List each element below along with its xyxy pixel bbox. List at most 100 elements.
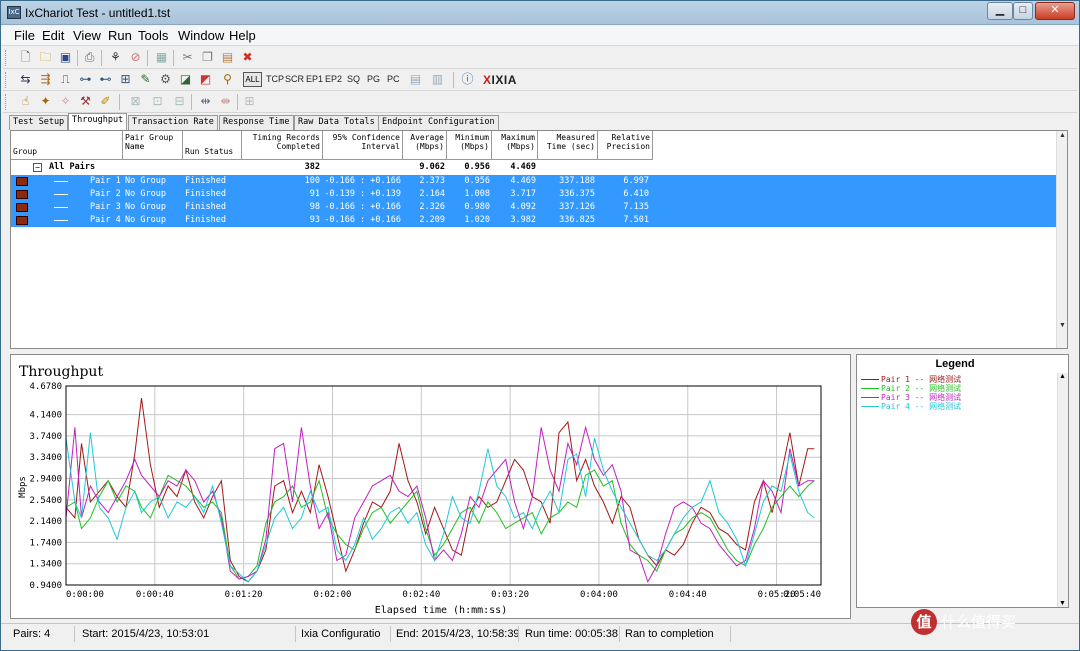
legend-item[interactable]: Pair 2 -- 网络测试: [861, 384, 961, 393]
menu-tools[interactable]: Tools: [137, 28, 169, 43]
collapse-icon[interactable]: −: [33, 163, 42, 172]
open-folder-icon[interactable]: 🗀: [37, 49, 54, 66]
run-status: Finished: [185, 215, 226, 225]
run-icon[interactable]: ⚘: [107, 49, 124, 66]
filter-all-button[interactable]: ALL: [243, 72, 262, 87]
add-multicast-icon[interactable]: ⇶: [37, 71, 54, 88]
pair-name: Pair 1: [90, 176, 121, 186]
print-icon[interactable]: ⎙: [81, 49, 98, 66]
report-icon[interactable]: ▤: [407, 71, 424, 88]
scroll-up-icon[interactable]: ▲: [1059, 373, 1066, 380]
save-results-icon[interactable]: ▦: [153, 49, 170, 66]
toolbar-separator: [119, 94, 120, 110]
col-header-maximum[interactable]: Maximum (Mbps): [492, 131, 538, 160]
toolbar-grip[interactable]: [5, 72, 8, 88]
col-header-confidence-interval[interactable]: 95% Confidence Interval: [323, 131, 403, 160]
resolve-icon[interactable]: ◩: [197, 71, 214, 88]
maximize-button[interactable]: □: [1013, 2, 1033, 20]
col-header-relative-precision[interactable]: Relative Precision: [598, 131, 653, 160]
col-header-run-status[interactable]: Run Status: [183, 131, 242, 160]
trace-icon[interactable]: ⚲: [219, 71, 236, 88]
edit-icon[interactable]: ✎: [137, 71, 154, 88]
toolbar-pairs: ⇆ ⇶ ⎍ ⊶ ⊷ ⊞ ✎ ⚙ ◪ ◩ ⚲ ALL TCP SCR EP1 EP…: [3, 69, 1077, 91]
split-icon[interactable]: ⇹: [197, 93, 214, 110]
menu-edit[interactable]: Edit: [41, 28, 65, 43]
legend-scrollbar[interactable]: ▲ ▼: [1057, 373, 1068, 607]
filter-pg-button[interactable]: PG: [367, 74, 380, 84]
group-icon[interactable]: ⊟: [171, 93, 188, 110]
toolbar-grip[interactable]: [5, 94, 8, 110]
select-icon[interactable]: ⊠: [127, 93, 144, 110]
add-pair-icon[interactable]: ⇆: [17, 71, 34, 88]
summary-row[interactable]: − All Pairs 382 9.062 0.956 4.469: [11, 161, 1057, 174]
minimum: 0.956: [464, 176, 490, 186]
throughput-chart[interactable]: Throughput Mbps Elapsed time (h:mm:ss) 4…: [11, 355, 850, 618]
filter-tcp-button[interactable]: TCP: [266, 74, 284, 84]
stop-icon[interactable]: ⊘: [127, 49, 144, 66]
save-icon[interactable]: ▣: [57, 49, 74, 66]
pair-name: Pair 4: [90, 215, 121, 225]
filter-scr-button[interactable]: SCR: [285, 74, 304, 84]
link-icon[interactable]: ⊷: [97, 71, 114, 88]
col-header-measured-time[interactable]: Measured Time (sec): [538, 131, 598, 160]
col-header-average[interactable]: Average (Mbps): [403, 131, 447, 160]
filter-sq-button[interactable]: SQ: [347, 74, 360, 84]
table-scrollbar[interactable]: ▲ ▼: [1056, 131, 1067, 348]
scroll-up-icon[interactable]: ▲: [1058, 131, 1067, 140]
table-row[interactable]: Pair 2 No Group Finished 91 -0.139 : +0.…: [11, 188, 1057, 201]
status-runtime: Run time: 00:05:38: [521, 626, 620, 642]
filter-ep1-button[interactable]: EP1: [306, 74, 323, 84]
table-row[interactable]: Pair 1 No Group Finished 100 -0.166 : +0…: [11, 175, 1057, 188]
tab-response-time[interactable]: Response Time: [219, 115, 294, 130]
col-header-minimum[interactable]: Minimum (Mbps): [447, 131, 492, 160]
table-row[interactable]: Pair 4 No Group Finished 93 -0.166 : +0.…: [11, 214, 1057, 227]
cut-icon[interactable]: ✂: [179, 49, 196, 66]
paste-icon[interactable]: ▤: [219, 49, 236, 66]
deselect-icon[interactable]: ⊡: [149, 93, 166, 110]
tab-throughput[interactable]: Throughput: [68, 113, 128, 130]
menu-window[interactable]: Window: [177, 28, 225, 43]
endpoint-icon[interactable]: ⎍: [57, 71, 74, 88]
toolbar-grip[interactable]: [5, 50, 8, 66]
col-header-pair-group-name[interactable]: Pair Group Name: [123, 131, 183, 160]
tab-transaction-rate[interactable]: Transaction Rate: [128, 115, 218, 130]
new-file-icon[interactable]: 🗋: [17, 49, 34, 66]
wand-icon[interactable]: ✦: [37, 93, 54, 110]
tab-endpoint-configuration[interactable]: Endpoint Configuration: [378, 115, 499, 130]
title-bar[interactable]: IxC IxChariot Test - untitled1.tst ▁ □ ✕: [1, 1, 1079, 25]
chart-icon[interactable]: ◪: [177, 71, 194, 88]
hand-icon[interactable]: ☝: [17, 93, 34, 110]
copy-icon[interactable]: ❐: [199, 49, 216, 66]
properties-icon[interactable]: ⊞: [241, 93, 258, 110]
summary-average: 9.062: [419, 162, 445, 172]
delete-icon[interactable]: ✖: [239, 49, 256, 66]
merge-icon[interactable]: ⇼: [217, 93, 234, 110]
hardware-icon[interactable]: ⊞: [117, 71, 134, 88]
menu-file[interactable]: File: [13, 28, 36, 43]
legend-item[interactable]: Pair 3 -- 网络测试: [861, 393, 961, 402]
tab-test-setup[interactable]: Test Setup: [9, 115, 69, 130]
paint-icon[interactable]: ✐: [97, 93, 114, 110]
col-header-group[interactable]: Group: [11, 131, 123, 160]
table-row[interactable]: Pair 3 No Group Finished 98 -0.166 : +0.…: [11, 201, 1057, 214]
tab-raw-data-totals[interactable]: Raw Data Totals: [294, 115, 379, 130]
export-icon[interactable]: ▥: [429, 71, 446, 88]
scroll-down-icon[interactable]: ▼: [1058, 321, 1067, 330]
network-icon[interactable]: ⊶: [77, 71, 94, 88]
wand-disabled-icon[interactable]: ✧: [57, 93, 74, 110]
col-header-timing-records[interactable]: Timing Records Completed: [242, 131, 323, 160]
menu-run[interactable]: Run: [107, 28, 133, 43]
scroll-down-icon[interactable]: ▼: [1059, 600, 1066, 607]
options-icon[interactable]: ⚙: [157, 71, 174, 88]
timing-records: 93: [309, 215, 320, 225]
filter-pc-button[interactable]: PC: [387, 74, 400, 84]
menu-view[interactable]: View: [72, 28, 102, 43]
tools-icon[interactable]: ⚒: [77, 93, 94, 110]
close-button[interactable]: ✕: [1035, 2, 1075, 20]
legend-item[interactable]: Pair 4 -- 网络测试: [861, 402, 961, 411]
legend-item[interactable]: Pair 1 -- 网络测试: [861, 375, 961, 384]
filter-ep2-button[interactable]: EP2: [325, 74, 342, 84]
minimize-button[interactable]: ▁: [987, 2, 1013, 20]
info-icon[interactable]: ⓘ: [459, 71, 476, 88]
menu-help[interactable]: Help: [228, 28, 257, 43]
